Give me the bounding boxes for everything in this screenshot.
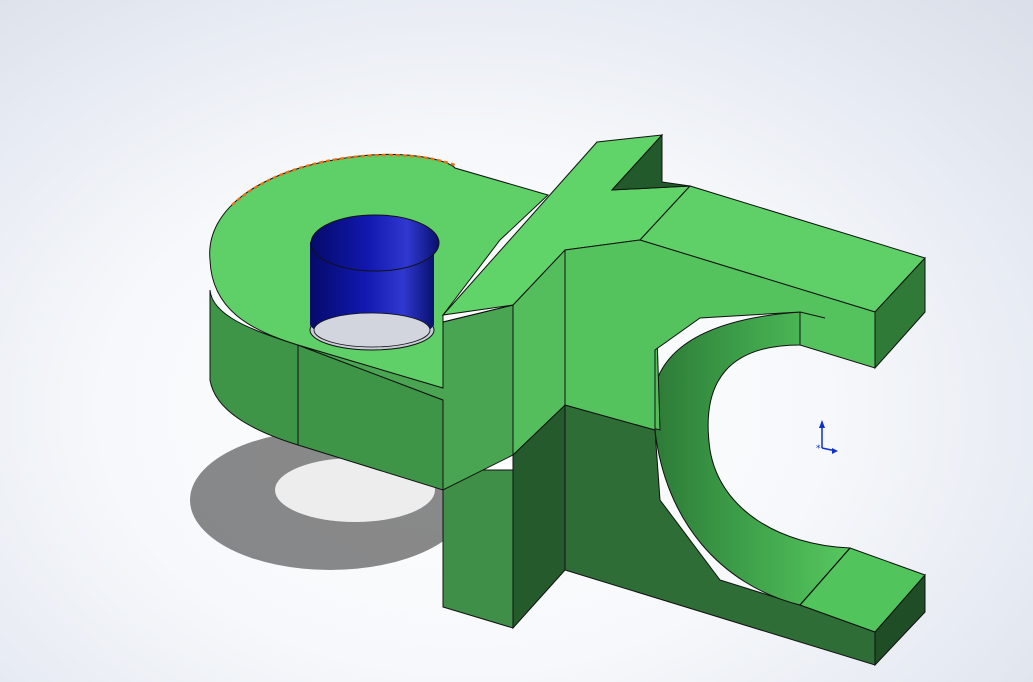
hole-bottom-rim <box>313 312 431 348</box>
svg-text:*: * <box>816 444 821 454</box>
model-canvas[interactable]: * <box>0 0 1033 682</box>
front-dark-face <box>442 469 514 629</box>
graphics-viewport[interactable]: * <box>0 0 1033 682</box>
hole-top-opening <box>310 214 440 272</box>
origin-triad-icon: * <box>816 420 838 454</box>
